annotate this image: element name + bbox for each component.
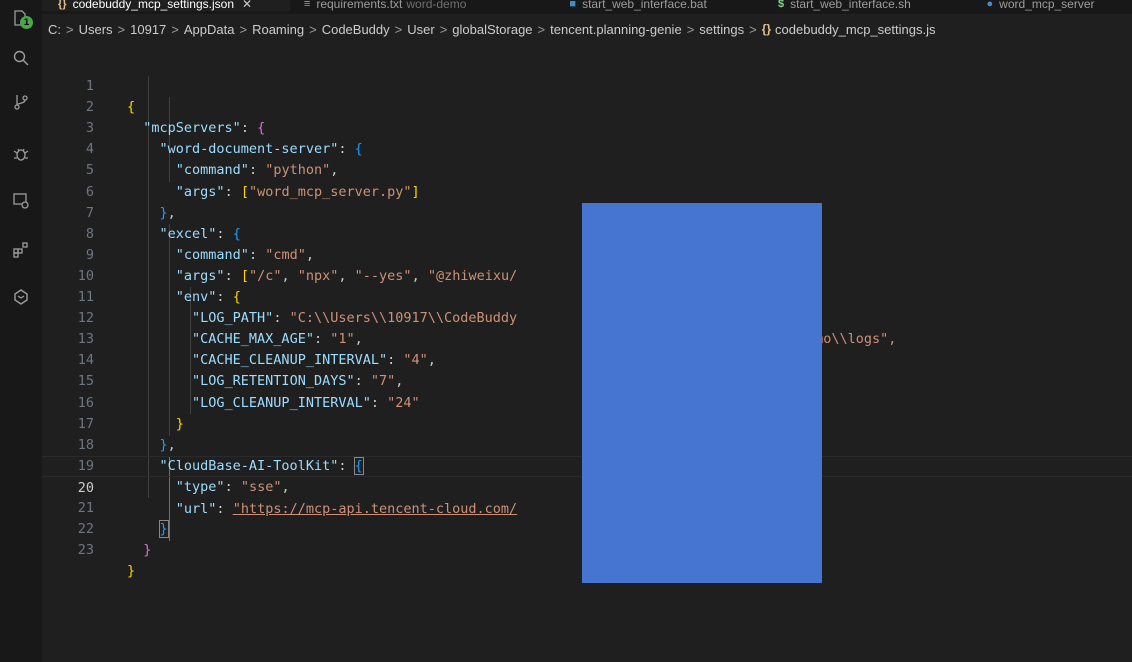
- line-number: 23: [77, 542, 94, 559]
- tab-codebuddy-mcp-settings[interactable]: {} codebuddy_mcp_settings.json ✕: [42, 0, 290, 11]
- tab-folder-hint: word-demo: [406, 0, 467, 11]
- remote-explorer-icon[interactable]: [0, 183, 42, 219]
- breadcrumb-item[interactable]: globalStorage: [452, 22, 532, 37]
- breadcrumb-item[interactable]: settings: [699, 22, 744, 37]
- breadcrumb-separator: >: [686, 21, 695, 37]
- run-debug-icon[interactable]: [0, 136, 42, 172]
- breadcrumb-separator: >: [537, 21, 546, 37]
- json-file-icon: {}: [761, 22, 772, 36]
- breadcrumb-separator: >: [171, 21, 179, 37]
- breadcrumb: C: > Users > 10917 > AppData > Roaming > Code…: [42, 14, 1132, 44]
- code-line: 6 },: [42, 160, 1132, 221]
- breadcrumb-separator: >: [439, 21, 448, 37]
- tab-word-mcp-server[interactable]: ● word_mcp_server: [975, 0, 1132, 11]
- code-line: 2 "mcpServers": {: [42, 76, 1132, 136]
- windows-file-icon: ■: [569, 0, 577, 10]
- breadcrumb-item[interactable]: CodeBuddy: [322, 22, 390, 37]
- activity-bar: 1: [0, 0, 42, 662]
- breadcrumb-separator: >: [117, 21, 126, 37]
- tab-bar: {} codebuddy_mcp_settings.json ✕ ≡ requi…: [42, 0, 1132, 14]
- tab-label: requirements.txt: [316, 0, 403, 11]
- shell-file-icon: $: [777, 0, 785, 10]
- breadcrumb-item[interactable]: User: [407, 22, 434, 37]
- tab-label: start_web_interface.bat: [582, 0, 707, 11]
- tab-label: start_web_interface.sh: [790, 0, 911, 11]
- breadcrumb-item[interactable]: C:: [48, 22, 61, 37]
- breadcrumb-separator: >: [66, 21, 74, 37]
- redaction-overlay: [582, 203, 822, 583]
- tab-label: word_mcp_server: [999, 0, 1095, 11]
- code-line: 4 "command": "python",: [42, 118, 1132, 178]
- line-content: }: [127, 563, 136, 580]
- breadcrumb-file[interactable]: codebuddy_mcp_settings.js: [775, 22, 935, 37]
- explorer-badge: 1: [20, 16, 33, 29]
- explorer-icon[interactable]: 1: [0, 0, 42, 36]
- close-icon[interactable]: ✕: [242, 0, 252, 11]
- line-content: }: [143, 542, 152, 559]
- breadcrumb-item[interactable]: 10917: [130, 22, 166, 37]
- codebuddy-icon[interactable]: [0, 279, 42, 315]
- extensions-icon[interactable]: [0, 232, 42, 268]
- breadcrumb-item[interactable]: AppData: [184, 22, 235, 37]
- code-line: 7 "excel": {: [42, 182, 1132, 242]
- tab-start-web-interface-sh[interactable]: $ start_web_interface.sh: [766, 0, 975, 11]
- python-file-icon: ●: [986, 0, 994, 10]
- text-file-icon: ≡: [303, 0, 311, 10]
- source-control-icon[interactable]: [0, 84, 42, 120]
- breadcrumb-item[interactable]: Roaming: [252, 22, 304, 37]
- breadcrumb-item[interactable]: tencent.planning-genie: [550, 22, 682, 37]
- breadcrumb-separator: >: [309, 21, 317, 37]
- code-line: 5 "args": ["word_mcp_server.py"]: [42, 139, 1132, 199]
- tab-requirements[interactable]: ≡ requirements.txt word-demo: [290, 0, 558, 11]
- editor-window: 1 {} codebuddy_mcp_settings.json ✕ ≡ req…: [0, 0, 1132, 662]
- json-file-icon: {}: [58, 0, 67, 10]
- tab-start-web-interface-bat[interactable]: ■ start_web_interface.bat: [557, 0, 766, 11]
- tab-label: codebuddy_mcp_settings.json: [72, 0, 234, 11]
- search-icon[interactable]: [0, 40, 42, 76]
- breadcrumb-separator: >: [239, 21, 248, 37]
- breadcrumb-separator: >: [394, 21, 403, 37]
- code-line: 3 "word-document-server": {: [42, 97, 1132, 157]
- code-line: 1 {: [42, 55, 1132, 115]
- breadcrumb-item[interactable]: Users: [79, 22, 113, 37]
- breadcrumb-separator: >: [749, 21, 757, 37]
